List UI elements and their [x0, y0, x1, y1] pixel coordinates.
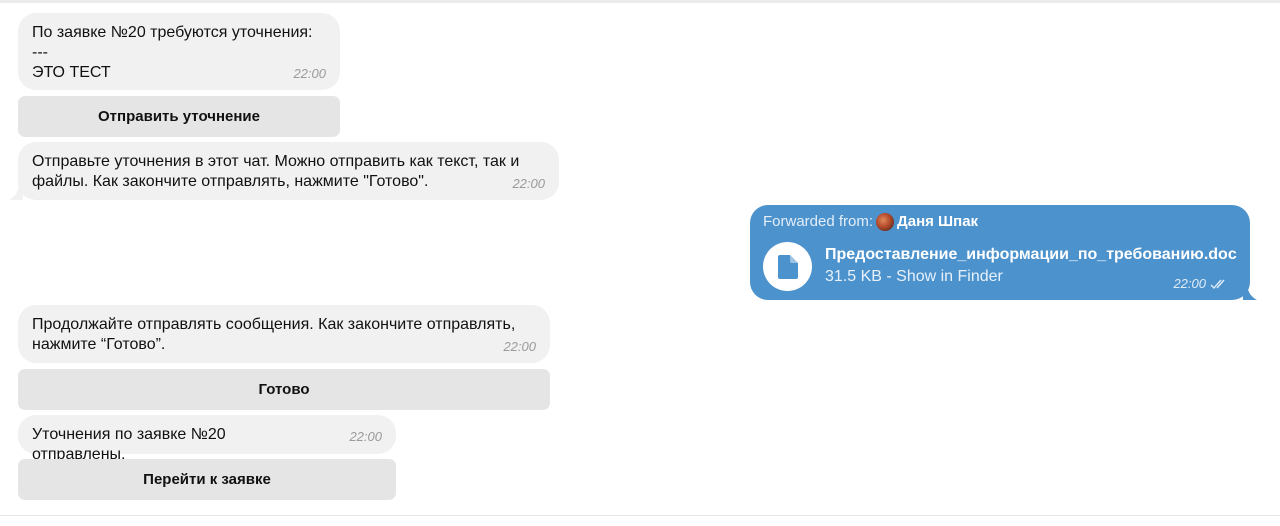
file-name[interactable]: Предоставление_информации_по_требованию.…: [825, 245, 1237, 265]
go-to-request-button-label: Перейти к заявке: [143, 471, 271, 488]
message-continue-sending: Продолжайте отправлять сообщения. Как за…: [18, 305, 550, 363]
message-text-line: ---: [32, 44, 48, 61]
message-time-row: 22:00: [1173, 276, 1228, 291]
done-button-label: Готово: [258, 381, 310, 398]
message-time: 22:00: [293, 66, 326, 81]
message-time: 22:00: [512, 176, 545, 191]
done-button[interactable]: Готово: [18, 369, 550, 410]
file-meta[interactable]: 31.5 KB - Show in Finder: [825, 267, 1003, 287]
message-text-line: По заявке №20 требуются уточнения:: [32, 24, 313, 41]
document-icon: [777, 254, 798, 279]
go-to-request-button[interactable]: Перейти к заявке: [18, 459, 396, 500]
message-forwarded-file[interactable]: Forwarded from: Даня Шпак Предоставление…: [750, 205, 1250, 300]
message-text-line: Продолжайте отправлять сообщения. Как за…: [32, 316, 516, 333]
bottom-divider: [0, 515, 1280, 516]
forwarded-sender-name[interactable]: Даня Шпак: [897, 213, 978, 231]
message-time: 22:00: [1173, 276, 1206, 291]
message-time: 22:00: [503, 339, 536, 354]
message-clarify-request: По заявке №20 требуются уточнения: --- Э…: [18, 13, 340, 90]
bubble-tail: [1243, 286, 1257, 300]
message-text-line: Отправьте уточнения в этот чат. Можно от…: [32, 153, 520, 170]
message-send-instructions: Отправьте уточнения в этот чат. Можно от…: [18, 142, 559, 200]
message-text-line: ЭТО ТЕСТ: [32, 64, 111, 81]
message-time: 22:00: [349, 429, 382, 444]
message-clarifications-sent: Уточнения по заявке №20 отправлены. 22:0…: [18, 415, 396, 463]
send-clarification-button[interactable]: Отправить уточнение: [18, 96, 340, 137]
send-clarification-button-label: Отправить уточнение: [98, 108, 260, 125]
bubble-tail: [9, 186, 23, 200]
message-text-line: нажмите “Готово”.: [32, 336, 166, 353]
avatar[interactable]: [876, 213, 895, 231]
forwarded-from: Forwarded from: Даня Шпак: [763, 213, 978, 231]
top-divider: [0, 0, 1280, 3]
double-check-icon: [1210, 279, 1225, 289]
forwarded-label: Forwarded from:: [763, 213, 874, 230]
message-text-line: файлы. Как закончите отправлять, нажмите…: [32, 173, 429, 190]
file-icon-button[interactable]: [763, 242, 812, 291]
